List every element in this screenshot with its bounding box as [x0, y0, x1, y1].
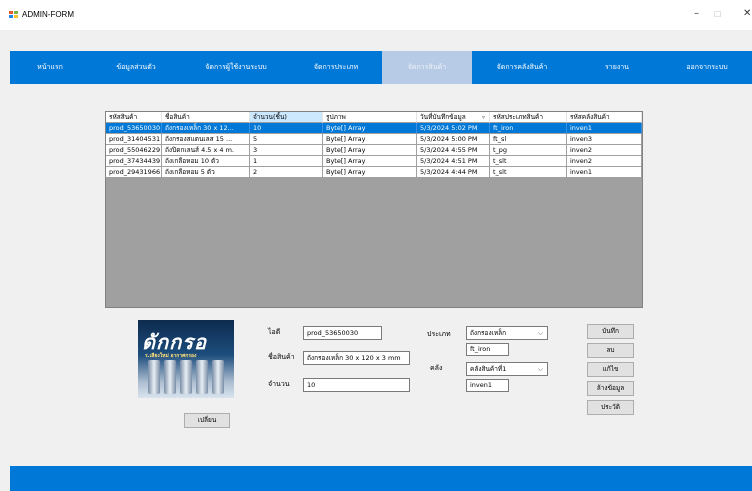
cell-quantity[interactable]: 5: [250, 134, 323, 145]
tank-graphic: [164, 360, 176, 394]
cell-quantity[interactable]: 10: [250, 123, 323, 134]
cell-product-name[interactable]: ถังกรองสแตนเลส 15 ...: [162, 134, 250, 145]
cell-category-code[interactable]: t_slt: [490, 167, 567, 178]
maximize-button[interactable]: ☐: [714, 10, 721, 19]
table-header: รหัสสินค้า ชื่อสินค้า จำนวน(ชิ้น) รูปภาพ…: [106, 112, 642, 123]
nav-bar: หน้าแรก ข้อมูลส่วนตัว จัดการผู้ใช้งานระบ…: [10, 51, 752, 84]
app-icon: [9, 11, 18, 19]
warehouse-label: คลัง: [430, 364, 443, 372]
cell-warehouse-code[interactable]: inven2: [567, 145, 642, 156]
col-header-product-id[interactable]: รหัสสินค้า: [106, 112, 162, 123]
cell-product-id[interactable]: prod_29431966: [106, 167, 162, 178]
table-row[interactable]: prod_31404531 ถังกรองสแตนเลส 15 ... 5 Byte[…: [106, 134, 642, 145]
window-title: ADMIN-FORM: [22, 10, 74, 19]
cell-quantity[interactable]: 2: [250, 167, 323, 178]
cell-image[interactable]: Byte[] Array: [323, 156, 417, 167]
nav-item-logout[interactable]: ออกจากระบบ: [662, 51, 752, 84]
col-header-image[interactable]: รูปภาพ: [323, 112, 417, 123]
col-header-date-label: วันที่บันทึกข้อมูล: [420, 113, 466, 121]
warehouse-select-value: คลังสินค้าที่1: [470, 365, 507, 373]
category-label: ประเภท: [427, 330, 451, 338]
table-row[interactable]: prod_29431966 ถังเกลือหอม 5 ตัว 2 Byte[] Ar…: [106, 167, 642, 178]
col-header-quantity[interactable]: จำนวน(ชิ้น): [250, 112, 323, 123]
cell-product-name[interactable]: ถังเกลือหอม 5 ตัว: [162, 167, 250, 178]
col-header-warehouse-code[interactable]: รหัสคลังสินค้า: [567, 112, 642, 123]
nav-item-categories[interactable]: จัดการประเภท: [290, 51, 382, 84]
close-button[interactable]: ✕: [743, 8, 751, 19]
nav-item-warehouse[interactable]: จัดการคลังสินค้า: [472, 51, 572, 84]
product-image: ดักกรอ ร.เสียงใหม่ อากาศกรอง: [138, 320, 234, 398]
col-header-date[interactable]: วันที่บันทึกข้อมูล ▿: [417, 112, 490, 123]
cell-category-code[interactable]: t_slt: [490, 156, 567, 167]
nav-item-reports[interactable]: รายงาน: [572, 51, 662, 84]
nav-item-users[interactable]: จัดการผู้ใช้งานระบบ: [182, 51, 290, 84]
cell-date[interactable]: 5/3/2024 4:44 PM: [417, 167, 490, 178]
cell-product-id[interactable]: prod_37434439: [106, 156, 162, 167]
delete-button[interactable]: ลบ: [587, 343, 634, 358]
footer-bar: [10, 466, 752, 491]
name-label: ชื่อสินค้า: [268, 353, 295, 361]
cell-product-id[interactable]: prod_31404531: [106, 134, 162, 145]
tank-graphic: [212, 360, 224, 394]
cell-product-name[interactable]: ถังเกลือหอม 10 ตัว: [162, 156, 250, 167]
cell-date[interactable]: 5/3/2024 5:00 PM: [417, 134, 490, 145]
cell-category-code[interactable]: ft_sl: [490, 134, 567, 145]
cell-quantity[interactable]: 3: [250, 145, 323, 156]
cell-image[interactable]: Byte[] Array: [323, 134, 417, 145]
quantity-field[interactable]: 10: [303, 378, 410, 392]
table-row[interactable]: prod_37434439 ถังเกลือหอม 10 ตัว 1 Byte[] A…: [106, 156, 642, 167]
cell-product-id[interactable]: prod_53650030: [106, 123, 162, 134]
nav-item-home[interactable]: หน้าแรก: [10, 51, 90, 84]
cell-category-code[interactable]: t_pg: [490, 145, 567, 156]
table-row[interactable]: prod_55046229 ถังปิดกเลนส์ 4.5 x 4 m. 3 Byt…: [106, 145, 642, 156]
table-row[interactable]: prod_53650030 ถังกรองเหล็ก 30 x 12... 10 By…: [106, 123, 642, 134]
cell-product-name[interactable]: ถังกรองเหล็ก 30 x 12...: [162, 123, 250, 134]
cell-quantity[interactable]: 1: [250, 156, 323, 167]
cell-date[interactable]: 5/3/2024 5:02 PM: [417, 123, 490, 134]
history-button[interactable]: ประวัติ: [587, 400, 634, 415]
id-field[interactable]: prod_53650030: [303, 326, 382, 340]
cell-warehouse-code[interactable]: inven1: [567, 167, 642, 178]
edit-button[interactable]: แก้ไข: [587, 362, 634, 377]
cell-date[interactable]: 5/3/2024 4:55 PM: [417, 145, 490, 156]
nav-item-products[interactable]: จัดการสินค้า: [382, 51, 472, 84]
products-table[interactable]: รหัสสินค้า ชื่อสินค้า จำนวน(ชิ้น) รูปภาพ…: [105, 111, 643, 308]
cell-image[interactable]: Byte[] Array: [323, 123, 417, 134]
cell-warehouse-code[interactable]: inven1: [567, 123, 642, 134]
change-image-button[interactable]: เปลี่ยน: [184, 413, 230, 428]
cell-image[interactable]: Byte[] Array: [323, 167, 417, 178]
sort-arrow-icon: ▿: [481, 114, 485, 121]
tank-graphic: [180, 360, 192, 394]
warehouse-code-field[interactable]: inven1: [466, 379, 509, 392]
clear-button[interactable]: ล้างข้อมูล: [587, 381, 634, 396]
chevron-down-icon: ⌵: [537, 365, 543, 373]
category-code-field[interactable]: ft_iron: [466, 343, 509, 356]
col-header-category-code[interactable]: รหัสประเภทสินค้า: [490, 112, 567, 123]
cell-warehouse-code[interactable]: inven2: [567, 156, 642, 167]
cell-product-id[interactable]: prod_55046229: [106, 145, 162, 156]
cell-product-name[interactable]: ถังปิดกเลนส์ 4.5 x 4 m.: [162, 145, 250, 156]
minimize-button[interactable]: –: [694, 8, 699, 19]
id-label: ไอดี: [268, 328, 281, 336]
category-select-value: ถังกรองเหล็ก: [470, 329, 507, 337]
tank-graphic: [196, 360, 208, 394]
quantity-label: จำนวน: [268, 380, 290, 388]
tank-graphic: [148, 360, 160, 394]
cell-date[interactable]: 5/3/2024 4:51 PM: [417, 156, 490, 167]
chevron-down-icon: ⌵: [537, 329, 543, 337]
category-select[interactable]: ถังกรองเหล็ก ⌵: [466, 326, 548, 340]
col-header-product-name[interactable]: ชื่อสินค้า: [162, 112, 250, 123]
nav-item-profile[interactable]: ข้อมูลส่วนตัว: [90, 51, 182, 84]
save-button[interactable]: บันทึก: [587, 324, 634, 339]
cell-warehouse-code[interactable]: inven3: [567, 134, 642, 145]
cell-category-code[interactable]: ft_iron: [490, 123, 567, 134]
warehouse-select[interactable]: คลังสินค้าที่1 ⌵: [466, 362, 548, 376]
image-sub-text: ร.เสียงใหม่ อากาศกรอง: [145, 353, 197, 359]
name-field[interactable]: ถังกรองเหล็ก 30 x 120 x 3 mm: [303, 351, 410, 365]
cell-image[interactable]: Byte[] Array: [323, 145, 417, 156]
title-bar: ADMIN-FORM – ☐ ✕: [0, 0, 752, 30]
